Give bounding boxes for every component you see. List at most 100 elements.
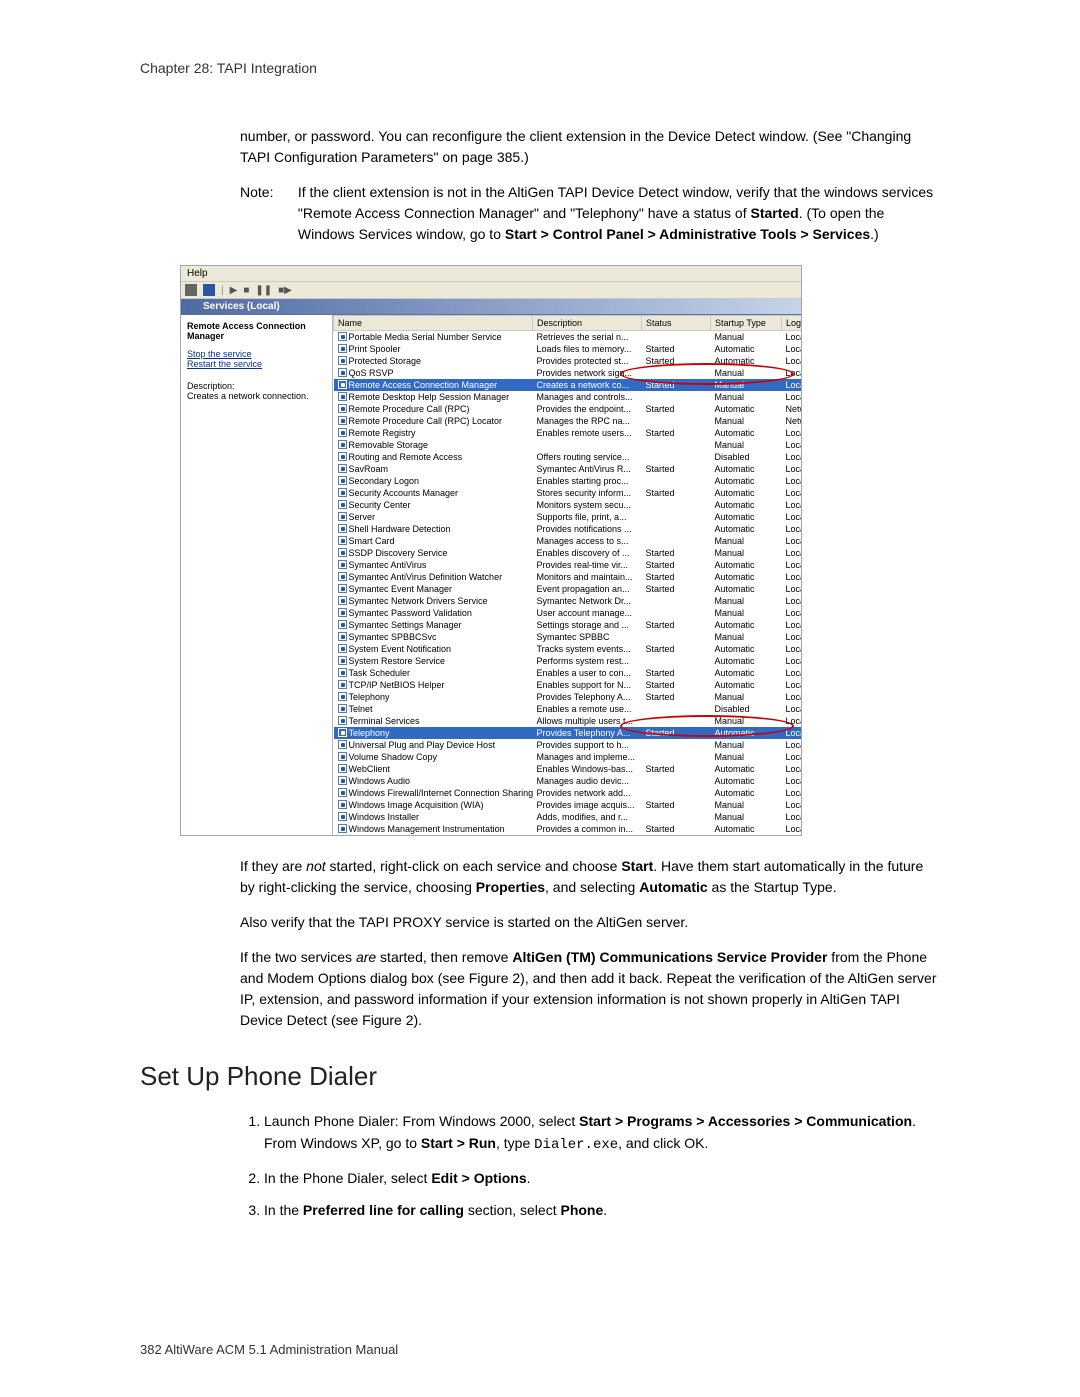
- service-name-cell[interactable]: WebClient: [334, 763, 533, 775]
- table-row[interactable]: Task SchedulerEnables a user to con...St…: [334, 667, 802, 679]
- table-row[interactable]: Symantec Settings ManagerSettings storag…: [334, 619, 802, 631]
- table-row[interactable]: Windows Firewall/Internet Connection Sha…: [334, 787, 802, 799]
- service-name-cell[interactable]: Windows Installer: [334, 811, 533, 823]
- service-name-cell[interactable]: Symantec AntiVirus: [334, 559, 533, 571]
- table-row[interactable]: Symantec Event ManagerEvent propagation …: [334, 583, 802, 595]
- toolbar-icon[interactable]: [203, 284, 215, 296]
- service-name-cell[interactable]: Volume Shadow Copy: [334, 751, 533, 763]
- service-name-cell[interactable]: Task Scheduler: [334, 667, 533, 679]
- table-row[interactable]: SavRoamSymantec AntiVirus R...StartedAut…: [334, 463, 802, 475]
- table-row[interactable]: Symantec Password ValidationUser account…: [334, 607, 802, 619]
- col-startup[interactable]: Startup Type: [711, 316, 782, 331]
- service-name-cell[interactable]: Smart Card: [334, 535, 533, 547]
- table-row[interactable]: Routing and Remote AccessOffers routing …: [334, 451, 802, 463]
- table-header-row[interactable]: Name Description Status Startup Type Log…: [334, 316, 802, 331]
- services-table[interactable]: Name Description Status Startup Type Log…: [333, 315, 801, 835]
- col-description[interactable]: Description: [533, 316, 642, 331]
- node-header[interactable]: Services (Local): [181, 299, 801, 315]
- table-row[interactable]: Print SpoolerLoads files to memory...Sta…: [334, 343, 802, 355]
- service-name-cell[interactable]: Symantec Network Drivers Service: [334, 595, 533, 607]
- table-row[interactable]: Shell Hardware DetectionProvides notific…: [334, 523, 802, 535]
- table-row[interactable]: Symantec Network Drivers ServiceSymantec…: [334, 595, 802, 607]
- service-name-cell[interactable]: Symantec SPBBCSvc: [334, 631, 533, 643]
- service-name-cell[interactable]: Removable Storage: [334, 439, 533, 451]
- toolbar-stop-icon[interactable]: ■: [243, 285, 249, 296]
- table-row[interactable]: Protected StorageProvides protected st..…: [334, 355, 802, 367]
- service-name-cell[interactable]: Remote Access Connection Manager: [334, 379, 533, 391]
- service-name-cell[interactable]: Terminal Services: [334, 715, 533, 727]
- col-status[interactable]: Status: [642, 316, 711, 331]
- service-name-cell[interactable]: Windows Image Acquisition (WIA): [334, 799, 533, 811]
- table-row[interactable]: Windows InstallerAdds, modifies, and r..…: [334, 811, 802, 823]
- service-name-cell[interactable]: SavRoam: [334, 463, 533, 475]
- table-row[interactable]: TelnetEnables a remote use...DisabledLoc…: [334, 703, 802, 715]
- table-row[interactable]: System Restore ServicePerforms system re…: [334, 655, 802, 667]
- table-row[interactable]: Secondary LogonEnables starting proc...A…: [334, 475, 802, 487]
- toolbar-play-icon[interactable]: ▶: [230, 285, 238, 296]
- service-name-cell[interactable]: Print Spooler: [334, 343, 533, 355]
- service-name-cell[interactable]: Symantec Settings Manager: [334, 619, 533, 631]
- service-name-cell[interactable]: Telnet: [334, 703, 533, 715]
- service-name-cell[interactable]: Telephony: [334, 727, 533, 739]
- service-name-cell[interactable]: Symantec Password Validation: [334, 607, 533, 619]
- service-name-cell[interactable]: Portable Media Serial Number Service: [334, 331, 533, 344]
- menu-help[interactable]: Help: [187, 268, 208, 279]
- col-logon[interactable]: Log On: [782, 316, 802, 331]
- table-row[interactable]: Windows Image Acquisition (WIA)Provides …: [334, 799, 802, 811]
- service-name-cell[interactable]: Remote Desktop Help Session Manager: [334, 391, 533, 403]
- table-row[interactable]: ServerSupports file, print, a...Automati…: [334, 511, 802, 523]
- service-name-cell[interactable]: Windows Firewall/Internet Connection Sha…: [334, 787, 533, 799]
- service-name-cell[interactable]: Security Center: [334, 499, 533, 511]
- table-row[interactable]: TCP/IP NetBIOS HelperEnables support for…: [334, 679, 802, 691]
- service-name-cell[interactable]: Windows Audio: [334, 775, 533, 787]
- service-name-cell[interactable]: Universal Plug and Play Device Host: [334, 739, 533, 751]
- table-row[interactable]: Windows AudioManages audio devic...Autom…: [334, 775, 802, 787]
- table-row[interactable]: System Event NotificationTracks system e…: [334, 643, 802, 655]
- stop-service-link[interactable]: Stop the service: [187, 349, 326, 359]
- table-row[interactable]: Portable Media Serial Number ServiceRetr…: [334, 331, 802, 344]
- table-row[interactable]: Security CenterMonitors system secu...Au…: [334, 499, 802, 511]
- table-row[interactable]: Remote RegistryEnables remote users...St…: [334, 427, 802, 439]
- toolbar-icon[interactable]: [185, 284, 197, 296]
- service-name-cell[interactable]: System Event Notification: [334, 643, 533, 655]
- table-row[interactable]: Universal Plug and Play Device HostProvi…: [334, 739, 802, 751]
- service-name-cell[interactable]: Symantec AntiVirus Definition Watcher: [334, 571, 533, 583]
- restart-service-link[interactable]: Restart the service: [187, 359, 326, 369]
- service-name-cell[interactable]: SSDP Discovery Service: [334, 547, 533, 559]
- table-row[interactable]: TelephonyProvides Telephony A...StartedM…: [334, 691, 802, 703]
- service-name-cell[interactable]: Server: [334, 511, 533, 523]
- service-name-cell[interactable]: Security Accounts Manager: [334, 487, 533, 499]
- table-row[interactable]: QoS RSVPProvides network sign...ManualLo…: [334, 367, 802, 379]
- table-row[interactable]: SSDP Discovery ServiceEnables discovery …: [334, 547, 802, 559]
- service-name-cell[interactable]: Remote Procedure Call (RPC) Locator: [334, 415, 533, 427]
- service-name-cell[interactable]: Protected Storage: [334, 355, 533, 367]
- table-row[interactable]: Security Accounts ManagerStores security…: [334, 487, 802, 499]
- toolbar-restart-icon[interactable]: ■▶: [278, 285, 292, 296]
- service-name-cell[interactable]: Secondary Logon: [334, 475, 533, 487]
- service-name-cell[interactable]: QoS RSVP: [334, 367, 533, 379]
- service-name-cell[interactable]: Shell Hardware Detection: [334, 523, 533, 535]
- table-row[interactable]: Volume Shadow CopyManages and impleme...…: [334, 751, 802, 763]
- table-row[interactable]: Smart CardManages access to s...ManualLo…: [334, 535, 802, 547]
- table-row[interactable]: Remote Procedure Call (RPC)Provides the …: [334, 403, 802, 415]
- service-name-cell[interactable]: Remote Procedure Call (RPC): [334, 403, 533, 415]
- table-row[interactable]: Terminal ServicesAllows multiple users t…: [334, 715, 802, 727]
- service-name-cell[interactable]: Routing and Remote Access: [334, 451, 533, 463]
- service-name-cell[interactable]: Symantec Event Manager: [334, 583, 533, 595]
- table-row[interactable]: Remote Procedure Call (RPC) LocatorManag…: [334, 415, 802, 427]
- service-name-cell[interactable]: Telephony: [334, 691, 533, 703]
- service-name-cell[interactable]: Windows Management Instrumentation: [334, 823, 533, 835]
- table-row[interactable]: Symantec SPBBCSvcSymantec SPBBCManualLoc…: [334, 631, 802, 643]
- table-row[interactable]: Symantec AntiVirusProvides real-time vir…: [334, 559, 802, 571]
- service-name-cell[interactable]: System Restore Service: [334, 655, 533, 667]
- table-row[interactable]: Symantec AntiVirus Definition WatcherMon…: [334, 571, 802, 583]
- table-row[interactable]: Removable StorageManualLocal S: [334, 439, 802, 451]
- service-name-cell[interactable]: Remote Registry: [334, 427, 533, 439]
- table-row[interactable]: Windows Management InstrumentationProvid…: [334, 823, 802, 835]
- toolbar-pause-icon[interactable]: ❚❚: [255, 285, 272, 296]
- table-row[interactable]: WebClientEnables Windows-bas...StartedAu…: [334, 763, 802, 775]
- table-row[interactable]: Remote Desktop Help Session ManagerManag…: [334, 391, 802, 403]
- col-name[interactable]: Name: [334, 316, 533, 331]
- table-row[interactable]: TelephonyProvides Telephony A...StartedA…: [334, 727, 802, 739]
- service-name-cell[interactable]: TCP/IP NetBIOS Helper: [334, 679, 533, 691]
